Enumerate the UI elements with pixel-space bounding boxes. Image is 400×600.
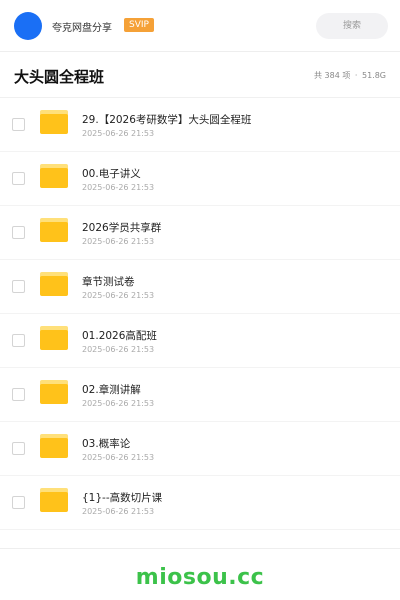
list-item[interactable]: 00.电子讲义 2025-06-26 21:53: [0, 152, 400, 206]
list-item[interactable]: 2026学员共享群 2025-06-26 21:53: [0, 206, 400, 260]
total-size: 51.8G: [361, 71, 386, 80]
item-checkbox[interactable]: [12, 226, 25, 239]
item-date: 2025-06-26 21:53: [82, 129, 155, 138]
item-date: 2025-06-26 21:53: [82, 237, 155, 246]
item-checkbox[interactable]: [12, 334, 25, 347]
item-checkbox[interactable]: [12, 388, 25, 401]
footer: miosou.cc: [0, 548, 400, 600]
item-name[interactable]: 2026学员共享群: [82, 220, 161, 235]
list-item[interactable]: 03.概率论 2025-06-26 21:53: [0, 422, 400, 476]
item-date: 2025-06-26 21:53: [82, 399, 155, 408]
watermark-text: miosou.cc: [135, 565, 265, 590]
page-title: 大头圆全程班: [14, 68, 105, 86]
folder-icon: [40, 110, 68, 134]
folder-summary: 共 384 项 · 51.8G: [313, 70, 387, 81]
sharer-name: 夸克网盘分享: [52, 23, 112, 34]
list-item[interactable]: 02.章测讲解 2025-06-26 21:53: [0, 368, 400, 422]
folder-icon: [40, 218, 68, 242]
item-checkbox[interactable]: [12, 118, 25, 131]
item-date: 2025-06-26 21:53: [82, 183, 155, 192]
item-checkbox[interactable]: [12, 172, 25, 185]
folder-icon: [40, 380, 68, 404]
folder-icon: [40, 488, 68, 512]
summary-separator: ·: [354, 71, 358, 80]
item-name[interactable]: 章节测试卷: [82, 274, 135, 289]
item-checkbox[interactable]: [12, 442, 25, 455]
item-date: 2025-06-26 21:53: [82, 345, 155, 354]
item-checkbox[interactable]: [12, 496, 25, 509]
folder-icon: [40, 272, 68, 296]
folder-header: 大头圆全程班 共 384 项 · 51.8G: [0, 52, 400, 98]
item-name[interactable]: 29.【2026考研数学】大头圆全程班: [82, 112, 251, 127]
file-list: 29.【2026考研数学】大头圆全程班 2025-06-26 21:53 00.电子…: [0, 98, 400, 530]
item-name[interactable]: 02.章测讲解: [82, 382, 141, 397]
item-date: 2025-06-26 21:53: [82, 453, 155, 462]
search-input[interactable]: 搜索: [316, 13, 388, 39]
item-name[interactable]: 00.电子讲义: [82, 166, 141, 181]
list-item[interactable]: 29.【2026考研数学】大头圆全程班 2025-06-26 21:53: [0, 98, 400, 152]
folder-icon: [40, 434, 68, 458]
item-checkbox[interactable]: [12, 280, 25, 293]
item-date: 2025-06-26 21:53: [82, 507, 155, 516]
item-date: 2025-06-26 21:53: [82, 291, 155, 300]
top-bar: 夸克网盘分享 SVIP 搜索: [0, 0, 400, 52]
avatar[interactable]: [14, 12, 42, 40]
list-item[interactable]: 01.2026高配班 2025-06-26 21:53: [0, 314, 400, 368]
item-count: 共 384 项: [313, 71, 351, 80]
item-name[interactable]: 01.2026高配班: [82, 328, 157, 343]
item-name[interactable]: 03.概率论: [82, 436, 130, 451]
item-name[interactable]: {1}--高数切片课: [82, 490, 162, 505]
list-item[interactable]: {1}--高数切片课 2025-06-26 21:53: [0, 476, 400, 530]
folder-icon: [40, 164, 68, 188]
folder-icon: [40, 326, 68, 350]
list-item[interactable]: 章节测试卷 2025-06-26 21:53: [0, 260, 400, 314]
svip-badge: SVIP: [124, 18, 154, 32]
